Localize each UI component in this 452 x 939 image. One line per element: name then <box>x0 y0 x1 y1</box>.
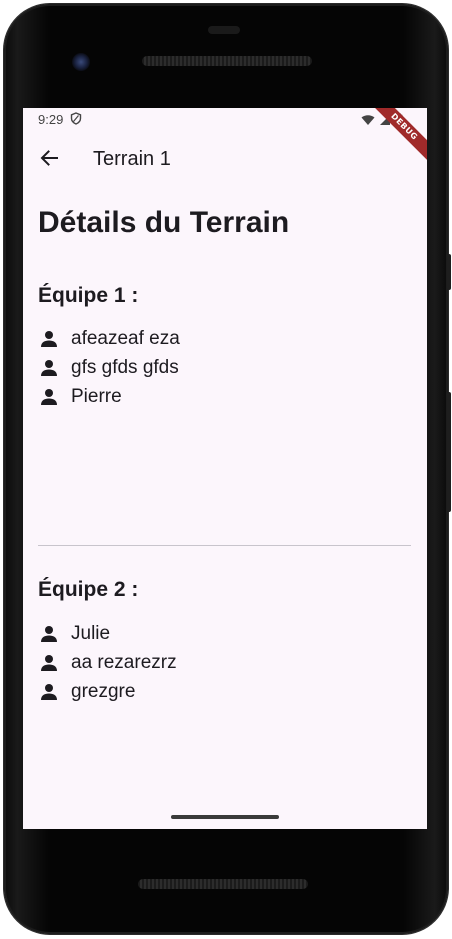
list-item: afeazeaf eza <box>38 324 180 353</box>
person-icon <box>38 386 60 408</box>
app-bar-title: Terrain 1 <box>93 148 171 170</box>
team-1-player-list: afeazeaf eza gfs gfds gfds Pierre <box>38 324 180 411</box>
divider <box>38 545 411 546</box>
arrow-back-icon <box>40 149 58 171</box>
person-icon <box>38 357 60 379</box>
player-name: aa rezarezrz <box>71 651 177 673</box>
person-icon <box>38 652 60 674</box>
person-icon <box>38 681 60 703</box>
list-item: gfs gfds gfds <box>38 353 180 382</box>
app-bar: Terrain 1 <box>23 138 427 182</box>
top-sensor <box>208 26 240 34</box>
shield-icon <box>70 112 84 126</box>
app-screen: 9:29 DEBUG Terrain 1 Détails du Terrain … <box>23 108 427 829</box>
player-name: gfs gfds gfds <box>71 356 179 378</box>
player-name: Julie <box>71 622 111 644</box>
player-name: grezgre <box>71 680 136 702</box>
status-bar: 9:29 <box>23 108 427 132</box>
wifi-icon <box>361 113 375 131</box>
volume-button <box>447 392 451 512</box>
team-2-title: Équipe 2 : <box>38 578 139 601</box>
bottom-speaker <box>138 879 308 889</box>
list-item: Julie <box>38 619 177 648</box>
person-icon <box>38 623 60 645</box>
top-speaker <box>142 56 312 66</box>
team-2-player-list: Julie aa rezarezrz grezgre <box>38 619 177 706</box>
list-item: grezgre <box>38 677 177 706</box>
front-camera <box>72 53 90 71</box>
home-indicator[interactable] <box>171 815 279 819</box>
team-1-title: Équipe 1 : <box>38 284 139 307</box>
person-icon <box>38 328 60 350</box>
player-name: afeazeaf eza <box>71 327 180 349</box>
player-name: Pierre <box>71 385 122 407</box>
list-item: Pierre <box>38 382 180 411</box>
page-title: Détails du Terrain <box>38 206 290 239</box>
back-button[interactable] <box>37 148 61 172</box>
status-time: 9:29 <box>38 112 64 127</box>
list-item: aa rezarezrz <box>38 648 177 677</box>
power-button <box>447 254 451 290</box>
